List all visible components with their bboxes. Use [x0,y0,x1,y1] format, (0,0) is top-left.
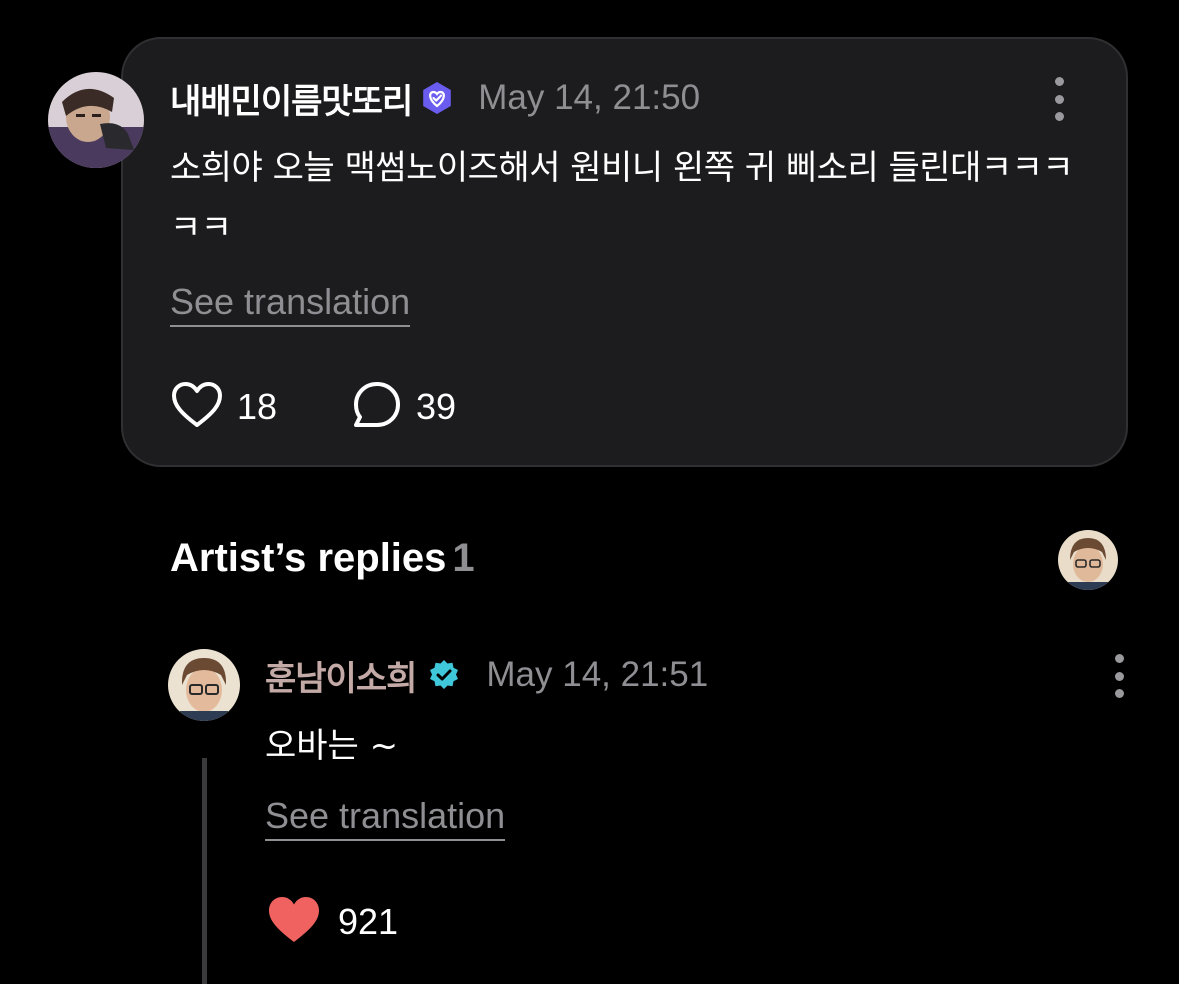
post-author-avatar[interactable] [48,72,144,168]
more-vertical-icon[interactable] [1109,654,1129,698]
like-button[interactable]: 18 [171,381,277,433]
verified-heart-badge-icon [420,81,454,115]
heart-outline-icon [171,381,223,433]
more-vertical-icon[interactable] [1049,77,1069,121]
reply-like-count: 921 [338,901,399,942]
reply-thread-line [202,758,207,984]
like-count: 18 [237,386,278,427]
post-header: 내배민이름맛또리 May 14, 21:50 [170,74,700,122]
comment-bubble-icon [352,381,402,433]
reply-username[interactable]: 훈남이소희 [265,651,417,700]
reply-header: 훈남이소희 May 14, 21:51 [265,651,708,699]
reply-body-text: 오바는 ~ [265,726,399,766]
see-translation-link[interactable]: See translation [170,281,411,327]
artist-replies-title: Artist’s replies [170,536,447,580]
artist-avatar-small[interactable] [1058,530,1118,590]
reply-like-button[interactable]: 921 [268,896,398,948]
verified-check-badge-icon [428,659,460,691]
post-timestamp: May 14, 21:50 [478,78,701,117]
post-username[interactable]: 내배민이름맛또리 [170,74,413,123]
see-translation-link[interactable]: See translation [265,795,506,841]
heart-filled-icon [268,896,320,948]
artist-replies-heading: Artist’s replies 1 [170,536,475,581]
reply-timestamp: May 14, 21:51 [486,655,709,694]
artist-replies-count: 1 [452,536,475,580]
post-body-text: 소희야 오늘 맥썸노이즈해서 원비니 왼쪽 귀 삐소리 들린대ㅋㅋㅋㅋㅋ [170,148,1074,248]
comment-count: 39 [416,386,457,427]
comment-button[interactable]: 39 [352,381,456,433]
reply-author-avatar[interactable] [168,649,240,721]
